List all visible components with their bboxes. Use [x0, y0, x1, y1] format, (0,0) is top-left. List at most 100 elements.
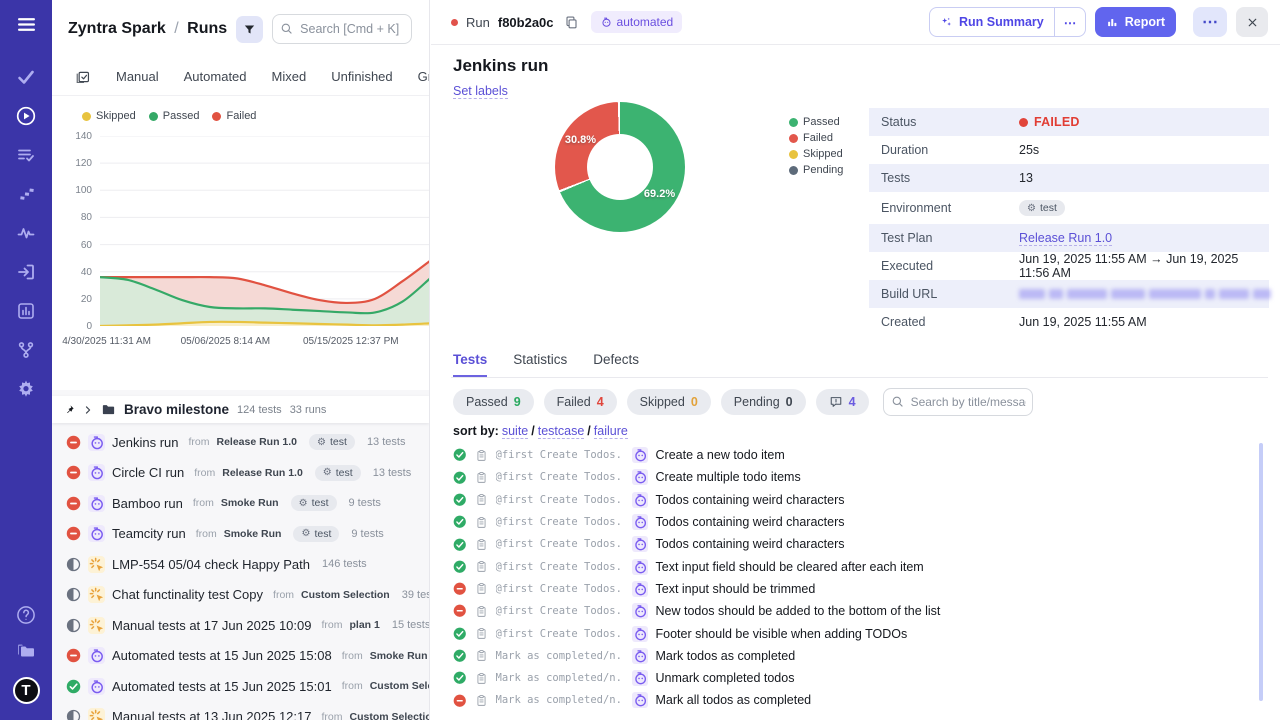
run-row[interactable]: Circle CI run from Release Run 1.0 ⚙test… [52, 458, 429, 489]
test-row[interactable]: @first Create Todos... Todos containing … [453, 511, 1260, 533]
close-run-button[interactable] [1236, 7, 1268, 37]
test-title: Text input field should be cleared after… [656, 560, 924, 574]
test-plan-link[interactable]: Release Run 1.0 [1019, 231, 1112, 246]
filter-button[interactable] [236, 16, 263, 43]
tests-scrollbar[interactable] [1259, 443, 1263, 701]
run-row[interactable]: Chat functinality test Copy from Custom … [52, 580, 429, 611]
milestone-row[interactable]: Bravo milestone 124 tests 33 runs [52, 396, 429, 423]
test-row[interactable]: @first Create Todos... Todos containing … [453, 489, 1260, 511]
donut-legend-item-failed[interactable]: Failed [789, 130, 843, 146]
run-row[interactable]: Bamboo run from Smoke Run ⚙test 9 tests [52, 488, 429, 519]
run-row[interactable]: Teamcity run from Smoke Run ⚙test 9 test… [52, 519, 429, 550]
filter-pill-failed[interactable]: Failed 4 [544, 389, 617, 415]
test-row[interactable]: Mark as completed/n... Unmark completed … [453, 667, 1260, 689]
sidebar-item-reports[interactable] [16, 301, 36, 321]
runs-tab-unfinished[interactable]: Unfinished [331, 69, 392, 84]
run-detail-panel: Run f80b2a0c automated Run Summary ⋯ Rep… [431, 0, 1280, 720]
copy-icon[interactable] [564, 15, 579, 30]
sidebar-item-tests[interactable] [16, 67, 36, 87]
test-status-passed-icon [453, 471, 467, 485]
branches-icon [16, 340, 36, 360]
legend-item-failed[interactable]: Failed [212, 110, 256, 122]
comments-filter-pill[interactable]: 4 [816, 389, 869, 415]
run-row[interactable]: Jenkins run from Release Run 1.0 ⚙test 1… [52, 427, 429, 458]
run-row[interactable]: Manual tests at 17 Jun 2025 10:09 from p… [52, 610, 429, 641]
runs-tab-mixed[interactable]: Mixed [272, 69, 307, 84]
tab-defects[interactable]: Defects [593, 352, 639, 377]
report-button[interactable]: Report [1095, 7, 1176, 37]
x-axis-tick: 05/15/2025 12:37 PM [303, 336, 399, 347]
run-summary-more-button[interactable]: ⋯ [1054, 8, 1086, 36]
runs-filter-tabs: Manual Automated Mixed Unfinished Groups [52, 58, 429, 96]
automated-badge[interactable]: automated [591, 11, 683, 33]
test-row[interactable]: @first Create Todos... Text input should… [453, 578, 1260, 600]
sidebar-item-import[interactable] [16, 262, 36, 282]
sidebar-item-settings[interactable] [16, 379, 36, 399]
runs-search-input[interactable] [272, 14, 412, 44]
sort-by-testcase[interactable]: testcase [538, 424, 585, 439]
test-row[interactable]: Mark as completed/n... Mark all todos as… [453, 689, 1260, 711]
run-plan-name: Release Run 1.0 [216, 436, 297, 448]
status-partial-icon [66, 587, 81, 602]
test-row[interactable]: @first Create Todos... Footer should be … [453, 622, 1260, 644]
milestone-name[interactable]: Bravo milestone [124, 402, 229, 417]
y-axis-tick: 0 [52, 321, 92, 332]
test-row[interactable]: @first Create Todos... Text input field … [453, 555, 1260, 577]
detail-value: FAILED [1019, 115, 1080, 129]
runs-tab-manual[interactable]: Manual [116, 69, 159, 84]
tab-tests[interactable]: Tests [453, 352, 487, 377]
test-row[interactable]: @first Create Todos... New todos should … [453, 600, 1260, 622]
environment-pill: ⚙test [291, 495, 337, 511]
filter-pill-pending[interactable]: Pending 0 [721, 389, 806, 415]
select-all-icon[interactable] [75, 69, 91, 85]
sidebar-item-projects[interactable] [16, 641, 36, 661]
run-row[interactable]: Automated tests at 15 Jun 2025 15:01 fro… [52, 671, 429, 702]
set-labels-link[interactable]: Set labels [453, 84, 508, 99]
pin-icon[interactable] [64, 404, 75, 415]
filter-pill-passed[interactable]: Passed 9 [453, 389, 534, 415]
run-row[interactable]: Automated tests at 15 Jun 2025 15:08 fro… [52, 641, 429, 672]
legend-item-passed[interactable]: Passed [149, 110, 200, 122]
run-row[interactable]: Manual tests at 13 Jun 2025 12:17 from C… [52, 702, 429, 720]
report-label: Report [1125, 15, 1165, 29]
legend-item-skipped[interactable]: Skipped [82, 110, 136, 122]
app-logo-icon[interactable]: T [13, 677, 40, 704]
sidebar-item-runs[interactable] [16, 106, 36, 126]
sidebar-item-plans[interactable] [16, 145, 36, 165]
sidebar-item-steps[interactable] [16, 184, 36, 204]
tab-statistics[interactable]: Statistics [513, 352, 567, 377]
runs-tab-groups[interactable]: Groups [418, 69, 430, 84]
status-failed-icon [66, 496, 81, 511]
y-axis-tick: 40 [52, 267, 92, 278]
donut-legend-item-skipped[interactable]: Skipped [789, 146, 843, 162]
detail-value [1019, 289, 1271, 299]
donut-legend-item-passed[interactable]: Passed [789, 114, 843, 130]
sort-by-failure[interactable]: failure [594, 424, 628, 439]
filter-pill-skipped[interactable]: Skipped 0 [627, 389, 711, 415]
milestone-runs-count: 33 runs [290, 404, 327, 416]
test-filters: Passed 9 Failed 4 Skipped 0 Pending 0 4 [453, 388, 1033, 416]
donut-legend-item-pending[interactable]: Pending [789, 162, 843, 178]
tests-search-input[interactable] [883, 388, 1033, 416]
test-row[interactable]: @first Create Todos... Create a new todo… [453, 444, 1260, 466]
sidebar-item-menu[interactable] [16, 14, 37, 35]
runs-tab-automated[interactable]: Automated [184, 69, 247, 84]
detail-label: Status [881, 115, 1019, 129]
run-from-label: from [188, 436, 209, 448]
status-partial-icon [66, 618, 81, 633]
more-actions-button[interactable]: ⋯ [1193, 7, 1227, 37]
sort-by-suite[interactable]: suite [502, 424, 528, 439]
test-row[interactable]: Mark as completed/n... Mark todos as com… [453, 645, 1260, 667]
sidebar-item-help[interactable] [16, 605, 36, 625]
test-row[interactable]: @first Create Todos... Todos containing … [453, 533, 1260, 555]
detail-value: Release Run 1.0 [1019, 231, 1112, 246]
run-summary-button[interactable]: Run Summary ⋯ [929, 7, 1086, 37]
test-title: Text input should be trimmed [656, 582, 816, 596]
run-row[interactable]: LMP-554 05/04 check Happy Path 146 tests [52, 549, 429, 580]
chevron-right-icon[interactable] [83, 405, 93, 415]
test-row[interactable]: @first Create Todos... Create multiple t… [453, 466, 1260, 488]
sidebar-item-branches[interactable] [16, 340, 36, 360]
breadcrumb-project[interactable]: Zyntra Spark [68, 20, 166, 37]
sidebar-item-analytics[interactable] [16, 223, 36, 243]
sort-row: sort by:suite/testcase/failure [453, 424, 631, 438]
